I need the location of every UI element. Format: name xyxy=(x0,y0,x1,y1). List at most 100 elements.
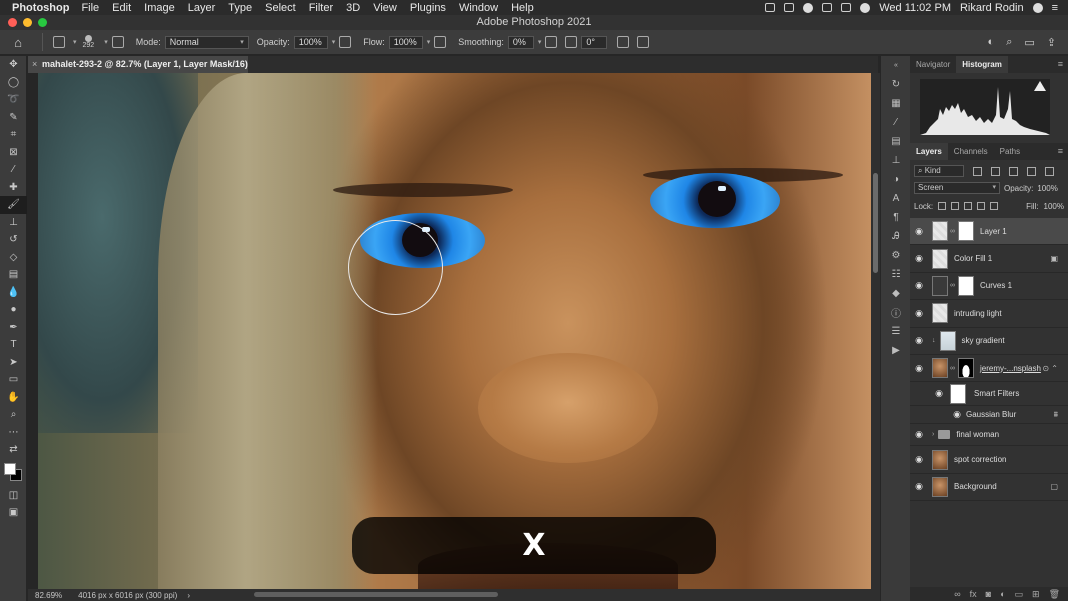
menu-help[interactable]: Help xyxy=(511,2,534,14)
control-center-icon[interactable]: ≡ xyxy=(1052,2,1058,14)
pen-tool-icon[interactable]: ✒ xyxy=(0,319,27,337)
new-adjustment-icon[interactable]: ◐ xyxy=(1000,589,1005,599)
lasso-tool-icon[interactable]: ➰ xyxy=(0,91,27,109)
lock-transparency-icon[interactable] xyxy=(938,202,947,210)
pressure-size-icon[interactable] xyxy=(617,36,630,48)
menu-type[interactable]: Type xyxy=(228,2,252,14)
type-filter-icon[interactable] xyxy=(1009,166,1018,176)
path-selection-tool-icon[interactable]: ➤ xyxy=(0,354,27,372)
paragraph-panel-icon[interactable]: ¶ xyxy=(881,208,911,227)
dodge-tool-icon[interactable]: ● xyxy=(0,301,27,319)
lock-position-icon[interactable] xyxy=(964,202,973,210)
visibility-eye-icon[interactable]: ◉ xyxy=(910,308,928,319)
swatches-panel-icon[interactable]: ▦ xyxy=(881,94,911,113)
menu-image[interactable]: Image xyxy=(144,2,175,14)
history-brush-tool-icon[interactable]: ↺ xyxy=(0,231,27,249)
new-group-icon[interactable]: ▭ xyxy=(1015,589,1024,600)
share-icon[interactable]: ⇪ xyxy=(1047,36,1056,49)
swap-colors-icon[interactable]: ⇄ xyxy=(0,441,27,459)
document-tab[interactable]: × mahalet-293-2 @ 82.7% (Layer 1, Layer … xyxy=(28,56,248,86)
info-panel-icon[interactable]: ⓘ xyxy=(881,303,911,322)
type-tool-icon[interactable]: T xyxy=(0,336,27,354)
tab-navigator[interactable]: Navigator xyxy=(910,56,956,73)
more-tools-icon[interactable]: ⋯ xyxy=(0,424,27,442)
shape-filter-icon[interactable] xyxy=(1027,166,1036,176)
panel-menu-icon[interactable]: ≡ xyxy=(1058,56,1063,73)
layer-mask-thumbnail[interactable] xyxy=(958,275,974,296)
layers-panel-icon[interactable]: ◆ xyxy=(881,284,911,303)
crop-tool-icon[interactable]: ⌗ xyxy=(0,126,27,144)
menu-view[interactable]: View xyxy=(373,2,397,14)
adjustments-panel-icon[interactable]: ◑ xyxy=(881,170,911,189)
learn-icon[interactable]: ◐ xyxy=(988,36,995,49)
layer-mask-thumbnail[interactable] xyxy=(958,221,974,242)
layer-row-layer-1[interactable]: ◉ ∞ Layer 1 xyxy=(910,218,1068,246)
dropbox-icon[interactable] xyxy=(784,3,795,12)
layer-opacity-value[interactable]: 100% xyxy=(1037,184,1057,193)
layer-row-sky-gradient[interactable]: ◉ ↓ sky gradient xyxy=(910,328,1068,355)
actions-panel-icon[interactable]: ▶ xyxy=(881,341,911,360)
eyedropper-tool-icon[interactable]: ⁄ xyxy=(0,161,27,179)
mode-dropdown[interactable]: Normal ▾ xyxy=(164,35,249,49)
chevron-down-icon[interactable]: ▾ xyxy=(332,38,336,46)
bluetooth-icon[interactable] xyxy=(822,3,833,12)
new-layer-icon[interactable]: ⊞ xyxy=(1032,589,1040,600)
tab-histogram[interactable]: Histogram xyxy=(956,56,1008,73)
layer-row-jeremy-unsplash[interactable]: ◉ ∞ jeremy-...nsplash ⊙ ⌃ xyxy=(910,355,1068,383)
color-swatches[interactable] xyxy=(0,459,27,487)
wifi-icon[interactable] xyxy=(860,2,871,13)
visibility-eye-icon[interactable]: ◉ xyxy=(910,335,928,346)
layer-row-spot-correction[interactable]: ◉ spot correction xyxy=(910,446,1068,474)
link-layers-icon[interactable]: ∞ xyxy=(954,589,960,599)
pressure-opacity-icon[interactable] xyxy=(339,36,352,48)
move-tool-icon[interactable]: ✥ xyxy=(0,56,27,74)
menu-app-name[interactable]: Photoshop xyxy=(12,2,69,14)
brush-preset-picker[interactable]: 292 xyxy=(83,35,94,49)
visibility-eye-icon[interactable]: ◉ xyxy=(910,429,928,440)
layer-row-gaussian-blur[interactable]: ◉ Gaussian Blur ⩩ xyxy=(910,406,1068,425)
visibility-eye-icon[interactable]: ◉ xyxy=(948,409,966,420)
pixel-filter-icon[interactable] xyxy=(973,166,982,176)
filter-options-icon[interactable]: ⩩ xyxy=(1054,410,1058,420)
brush-tool-icon[interactable]: 🖌 xyxy=(0,196,27,214)
creative-cloud-icon[interactable] xyxy=(803,2,814,13)
close-tab-icon[interactable]: × xyxy=(32,56,37,73)
collapse-panels-icon[interactable]: « xyxy=(881,56,911,75)
screen-icon[interactable] xyxy=(765,3,776,12)
menu-select[interactable]: Select xyxy=(265,2,296,14)
symmetry-icon[interactable] xyxy=(637,36,650,48)
menu-edit[interactable]: Edit xyxy=(112,2,131,14)
kind-filter-dropdown[interactable]: ⌕ Kind xyxy=(914,165,964,177)
status-menu-arrow[interactable]: › xyxy=(187,591,190,600)
eraser-tool-icon[interactable]: ◇ xyxy=(0,249,27,267)
visibility-eye-icon[interactable]: ◉ xyxy=(910,481,928,492)
layer-row-curves-1[interactable]: ◉ ∞ Curves 1 xyxy=(910,273,1068,301)
menu-layer[interactable]: Layer xyxy=(188,2,216,14)
chevron-down-icon[interactable]: ▾ xyxy=(538,38,542,46)
chain-link-icon[interactable]: ∞ xyxy=(950,282,955,289)
visibility-eye-icon[interactable]: ◉ xyxy=(910,253,928,264)
properties-panel-icon[interactable]: ☰ xyxy=(881,322,911,341)
menu-file[interactable]: File xyxy=(81,2,99,14)
vertical-scroll-thumb[interactable] xyxy=(873,173,878,273)
screen-mode-icon[interactable]: ▣ xyxy=(0,504,27,522)
quick-mask-icon[interactable]: ◫ xyxy=(0,487,27,505)
tab-paths[interactable]: Paths xyxy=(994,143,1026,160)
chain-link-icon[interactable]: ∞ xyxy=(950,365,955,372)
layer-row-final-woman[interactable]: ◉ › final woman xyxy=(910,424,1068,447)
layer-row-intruding-light[interactable]: ◉ intruding light xyxy=(910,300,1068,328)
brush-settings-icon[interactable] xyxy=(111,36,124,48)
horizontal-scroll-thumb[interactable] xyxy=(254,592,498,597)
angle-field[interactable]: 0° xyxy=(581,35,608,49)
libraries-panel-icon[interactable]: ▤ xyxy=(881,132,911,151)
tab-channels[interactable]: Channels xyxy=(948,143,994,160)
home-icon[interactable]: ⌂ xyxy=(0,35,36,50)
quick-select-tool-icon[interactable]: ✎ xyxy=(0,109,27,127)
layer-row-smart-filters[interactable]: ◉ Smart Filters xyxy=(910,382,1068,407)
workspace-icon[interactable]: ▭ xyxy=(1024,36,1034,49)
foreground-color-swatch[interactable] xyxy=(4,462,16,475)
menu-plugins[interactable]: Plugins xyxy=(410,2,446,14)
chevron-right-icon[interactable]: › xyxy=(932,431,934,438)
brushes-panel-icon[interactable]: ⁄ xyxy=(881,113,911,132)
blend-mode-dropdown[interactable]: Screen ▾ xyxy=(914,182,1000,194)
